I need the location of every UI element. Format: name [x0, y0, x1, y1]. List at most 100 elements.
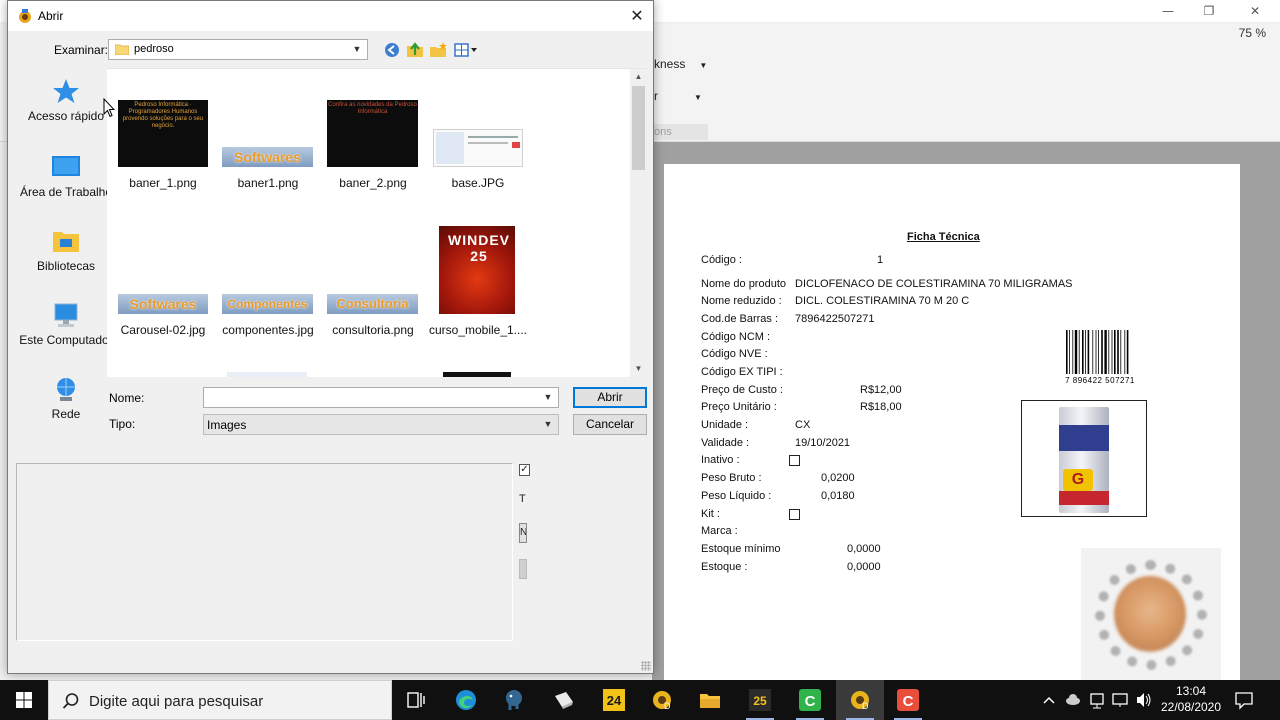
postgresql-icon	[506, 690, 522, 710]
scroll-down-icon[interactable]: ▼	[630, 361, 647, 377]
up-folder-button[interactable]	[404, 40, 426, 60]
volume-icon[interactable]	[1134, 680, 1154, 720]
place-label: Acesso rápido	[27, 109, 105, 123]
taskbar-app-windev-active[interactable]: D	[836, 680, 884, 720]
display-icon[interactable]	[1110, 680, 1130, 720]
current-folder: pedroso	[134, 43, 174, 55]
report-field-label: Código NVE :	[701, 348, 768, 360]
file-item-base[interactable]: base.JPG	[425, 89, 531, 209]
taskbar-app-windev24[interactable]: 24	[590, 680, 638, 720]
report-field-label: Código :	[701, 254, 742, 266]
chevron-down-icon[interactable]: ▼	[541, 390, 555, 405]
place-label: Este Computador	[19, 333, 113, 347]
maximize-button[interactable]: ❐	[1186, 0, 1232, 22]
close-window-button[interactable]: ✕	[1232, 0, 1278, 22]
taskbar-app-windev25[interactable]: 25	[736, 680, 784, 720]
scroll-up-icon[interactable]: ▲	[630, 69, 647, 85]
ribbon-thickness-dropdown[interactable]: kness ▼	[654, 57, 707, 71]
preview-panel	[16, 463, 513, 641]
file-thumbnail: WINDEV 25	[439, 226, 515, 314]
file-item-carousel-02[interactable]: Softwares Carousel-02.jpg	[110, 219, 216, 339]
scroll-thumb[interactable]	[632, 86, 645, 170]
taskbar-app-file-explorer[interactable]	[686, 680, 734, 720]
barcode-bar	[1066, 330, 1068, 374]
place-quick-access[interactable]: Acesso rápido	[16, 77, 116, 123]
cancel-button[interactable]: Cancelar	[573, 414, 647, 435]
svg-text:C: C	[805, 693, 816, 710]
place-network[interactable]: Rede	[16, 375, 116, 421]
look-in-dropdown[interactable]: pedroso ▼	[108, 39, 368, 60]
barcode-bar	[1074, 330, 1078, 374]
file-name: baner_1.png	[129, 176, 197, 190]
file-item-consultoria[interactable]: Consultoria consultoria.png	[320, 219, 426, 339]
thumbnail-mark	[512, 142, 520, 148]
new-folder-icon	[430, 42, 447, 57]
side-button[interactable]: N	[519, 523, 527, 543]
chevron-up-icon[interactable]	[1040, 680, 1058, 720]
back-button[interactable]	[381, 40, 403, 60]
report-field-value: 0,0200	[821, 472, 855, 484]
task-view-button[interactable]	[392, 680, 440, 720]
thumbnail-text: WINDEV 25	[448, 232, 510, 264]
taskbar-app-windev[interactable]: D	[638, 680, 686, 720]
checkbox[interactable]: ✓	[519, 464, 530, 476]
svg-text:C: C	[903, 693, 914, 710]
camtasia-recorder-icon: C	[897, 689, 919, 711]
taskbar-app-generic[interactable]	[540, 680, 588, 720]
report-field-label: Código NCM :	[701, 331, 771, 343]
close-icon[interactable]: ✕	[619, 4, 655, 28]
product-box-image: G	[1059, 407, 1109, 513]
look-in-label: Examinar:	[54, 43, 109, 57]
report-field-label: Kit :	[701, 508, 720, 520]
notification-icon[interactable]	[1234, 690, 1254, 710]
minimize-button[interactable]: —	[1145, 0, 1191, 22]
up-folder-icon	[407, 42, 423, 57]
barcode-bar	[1108, 330, 1110, 374]
system-clock[interactable]: 13:04 22/08/2020	[1158, 683, 1224, 715]
network-tray-icon[interactable]	[1088, 680, 1106, 720]
barcode-bar	[1101, 330, 1103, 374]
cloud-icon[interactable]	[1064, 680, 1082, 720]
ribbon-thickness-label: kness	[654, 57, 686, 71]
place-desktop[interactable]: Área de Trabalho	[16, 153, 116, 199]
taskbar-app-camtasia[interactable]: C	[786, 680, 834, 720]
barcode-bar	[1069, 330, 1070, 374]
mouse-cursor-icon	[103, 98, 115, 118]
resize-grip[interactable]	[641, 661, 651, 671]
filetype-dropdown[interactable]: Images ▼	[203, 414, 559, 435]
taskbar-app-postgresql[interactable]	[490, 680, 538, 720]
taskbar-app-camtasia-recorder[interactable]: C	[884, 680, 932, 720]
open-button[interactable]: Abrir	[573, 387, 647, 408]
filename-input[interactable]: ▼	[203, 387, 559, 408]
barcode-bar	[1087, 330, 1090, 374]
vertical-scrollbar[interactable]: ▲ ▼	[630, 69, 647, 377]
chevron-down-icon: ▼	[699, 61, 708, 70]
report-field-value: DICLOFENACO DE COLESTIRAMINA 70 MILIGRAM…	[795, 278, 1073, 290]
view-menu-button[interactable]	[452, 40, 480, 60]
report-field-value: 19/10/2021	[795, 437, 851, 449]
file-item-baner-2[interactable]: Confira as novidades da Pedroso Informát…	[320, 89, 426, 209]
place-this-pc[interactable]: Este Computador	[16, 301, 116, 347]
start-button[interactable]	[0, 680, 48, 720]
file-item-baner1[interactable]: Softwares baner1.png	[215, 89, 321, 209]
file-thumbnail: Softwares	[118, 294, 208, 314]
barcode-bar	[1126, 330, 1129, 374]
taskbar-app-edge[interactable]	[442, 680, 490, 720]
file-explorer-icon	[700, 694, 720, 708]
place-label: Área de Trabalho	[19, 185, 113, 199]
file-item-baner-1[interactable]: Pedroso Informática · Programadores Huma…	[110, 89, 216, 209]
file-item-curso-mobile[interactable]: WINDEV 25 curso_mobile_1....	[425, 219, 531, 339]
file-item-componentes[interactable]: Componentes componentes.jpg	[215, 219, 321, 339]
place-libraries[interactable]: Bibliotecas	[16, 227, 116, 273]
new-folder-button[interactable]	[427, 40, 449, 60]
file-list[interactable]: Pedroso Informática · Programadores Huma…	[107, 68, 647, 377]
product-box-stripe	[1059, 425, 1109, 451]
report-field-value: CX	[795, 419, 811, 431]
ribbon-color-dropdown[interactable]: r ▼	[654, 89, 702, 103]
clock-date: 22/08/2020	[1160, 700, 1222, 714]
side-slider[interactable]	[519, 559, 527, 579]
star-icon	[53, 79, 79, 103]
chevron-down-icon: ▼	[543, 419, 553, 429]
report-field-label: Preço Unitário :	[701, 401, 777, 413]
taskbar-search[interactable]: Digite aqui para pesquisar	[48, 680, 392, 720]
